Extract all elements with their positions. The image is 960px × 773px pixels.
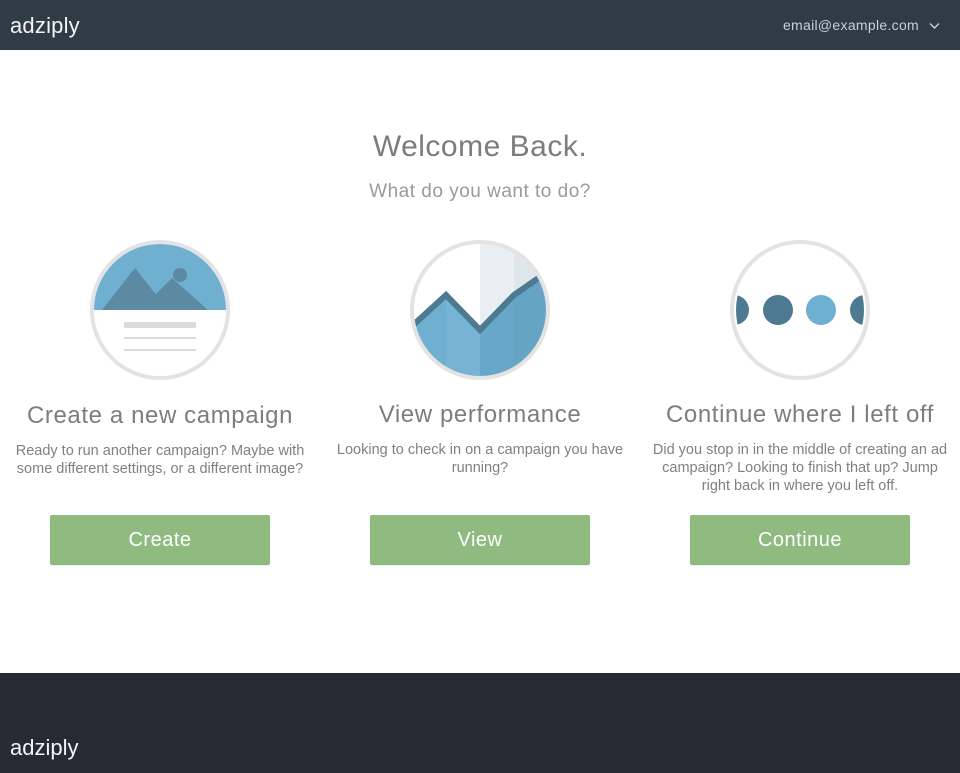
image-placeholder-icon bbox=[90, 240, 230, 380]
top-navigation-bar: adziply email@example.com bbox=[0, 0, 960, 50]
create-button[interactable]: Create bbox=[50, 515, 270, 565]
progress-dots-icon bbox=[730, 240, 870, 380]
page-title: Welcome Back. bbox=[372, 130, 588, 163]
create-campaign-card: Create a new campaign Ready to run anoth… bbox=[0, 240, 320, 570]
view-performance-description: Looking to check in on a campaign you ha… bbox=[336, 442, 624, 476]
account-menu[interactable]: email@example.com bbox=[783, 17, 940, 33]
view-performance-card: View performance Looking to check in on … bbox=[320, 240, 640, 570]
chevron-down-icon[interactable] bbox=[929, 20, 940, 31]
account-email[interactable]: email@example.com bbox=[783, 17, 919, 33]
continue-description: Did you stop in in the middle of creatin… bbox=[652, 442, 948, 494]
line-chart-icon bbox=[410, 240, 550, 380]
brand-logo[interactable]: adziply bbox=[10, 13, 80, 39]
view-button[interactable]: View bbox=[370, 515, 590, 565]
create-campaign-title: Create a new campaign bbox=[26, 402, 294, 429]
continue-title: Continue where I left off bbox=[665, 401, 935, 428]
continue-card: Continue where I left off Did you stop i… bbox=[640, 240, 960, 570]
footer-brand-logo[interactable]: adziply bbox=[10, 735, 78, 761]
footer: adziply bbox=[0, 673, 960, 773]
page-subtitle: What do you want to do? bbox=[369, 181, 591, 202]
continue-button[interactable]: Continue bbox=[690, 515, 910, 565]
create-campaign-description: Ready to run another campaign? Maybe wit… bbox=[15, 443, 305, 477]
view-performance-title: View performance bbox=[378, 401, 582, 428]
